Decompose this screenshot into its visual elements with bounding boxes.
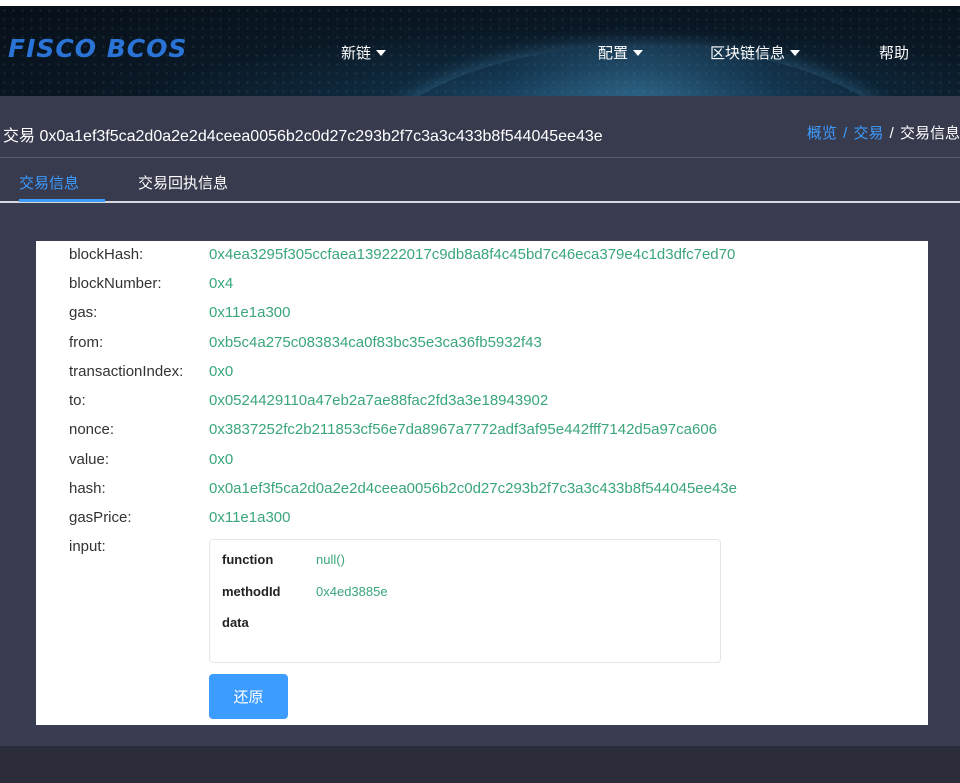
- field-label: blockHash:: [69, 246, 144, 263]
- field-value: 0x0a1ef3f5ca2d0a2e2d4ceea0056b2c0d27c293…: [209, 480, 737, 497]
- methodid-value: 0x4ed3885e: [316, 584, 388, 599]
- field-label: blockNumber:: [69, 275, 162, 292]
- function-value: null(): [316, 552, 345, 567]
- field-value: 0x11e1a300: [209, 509, 291, 526]
- field-label: nonce:: [69, 421, 115, 438]
- caret-down-icon: [376, 49, 387, 56]
- field-value: 0x4ea3295f305ccfaea139222017c9db8a8f4c45…: [209, 246, 736, 263]
- field-value: 0xb5c4a275c083834ca0f83bc35e3ca36fb5932f…: [209, 334, 542, 351]
- nav-chain-info-label: 区块链信息: [710, 45, 786, 62]
- caret-down-icon: [633, 49, 644, 56]
- breadcrumb-overview[interactable]: 概览: [807, 125, 837, 142]
- field-label: gasPrice:: [69, 509, 132, 526]
- breadcrumb-separator: /: [889, 125, 894, 142]
- methodid-label: methodId: [222, 584, 281, 599]
- nav-help[interactable]: 帮助: [879, 42, 909, 63]
- field-value: 0x0: [209, 363, 234, 380]
- fisco-bcos-logo[interactable]: FISCO BCOS: [8, 34, 187, 63]
- tabs: 交易信息 交易回执信息: [0, 158, 960, 203]
- caret-down-icon: [790, 49, 801, 56]
- nav-chain-info[interactable]: 区块链信息: [710, 42, 801, 63]
- field-label: from:: [69, 334, 104, 351]
- title-bar: 交易 0x0a1ef3f5ca2d0a2e2d4ceea0056b2c0d27c…: [0, 96, 960, 158]
- field-value: 0x0524429110a47eb2a7ae88fac2fd3a3e189439…: [209, 392, 549, 409]
- page-title: 交易 0x0a1ef3f5ca2d0a2e2d4ceea0056b2c0d27c…: [3, 128, 603, 145]
- breadcrumb: 概览 / 交易 / 交易信息: [807, 122, 960, 143]
- main-content: blockHash: 0x4ea3295f305ccfaea139222017c…: [0, 203, 960, 746]
- field-value: 0x0: [209, 451, 234, 468]
- breadcrumb-separator: /: [843, 125, 848, 142]
- field-label: transactionIndex:: [69, 363, 184, 380]
- field-label: hash:: [69, 480, 106, 497]
- nav-new-chain[interactable]: 新链: [341, 42, 387, 63]
- input-decode-box: function null() methodId 0x4ed3885e data: [209, 539, 721, 663]
- nav-new-chain-label: 新链: [341, 45, 372, 62]
- tab-active-indicator: [19, 199, 105, 202]
- data-label: data: [222, 615, 249, 630]
- transaction-card: blockHash: 0x4ea3295f305ccfaea139222017c…: [36, 241, 928, 725]
- field-value: 0x3837252fc2b211853cf56e7da8967a7772adf3…: [209, 421, 718, 438]
- nav-config[interactable]: 配置: [598, 42, 644, 63]
- tab-transaction-info[interactable]: 交易信息: [19, 172, 79, 193]
- footer: [0, 746, 960, 783]
- nav-config-label: 配置: [598, 45, 629, 62]
- tab-transaction-receipt[interactable]: 交易回执信息: [138, 172, 228, 193]
- breadcrumb-transaction[interactable]: 交易: [853, 125, 883, 142]
- field-label: value:: [69, 451, 110, 468]
- header: FISCO BCOS 新链 配置 区块链信息 帮助: [0, 6, 960, 96]
- breadcrumb-current: 交易信息: [899, 125, 960, 142]
- function-label: function: [222, 552, 274, 567]
- field-label: gas:: [69, 304, 98, 321]
- field-label: to:: [69, 392, 86, 409]
- input-label: input:: [69, 538, 106, 555]
- nav-help-label: 帮助: [879, 45, 910, 62]
- restore-button[interactable]: 还原: [209, 674, 288, 719]
- field-value: 0x11e1a300: [209, 304, 291, 321]
- field-value: 0x4: [209, 275, 234, 292]
